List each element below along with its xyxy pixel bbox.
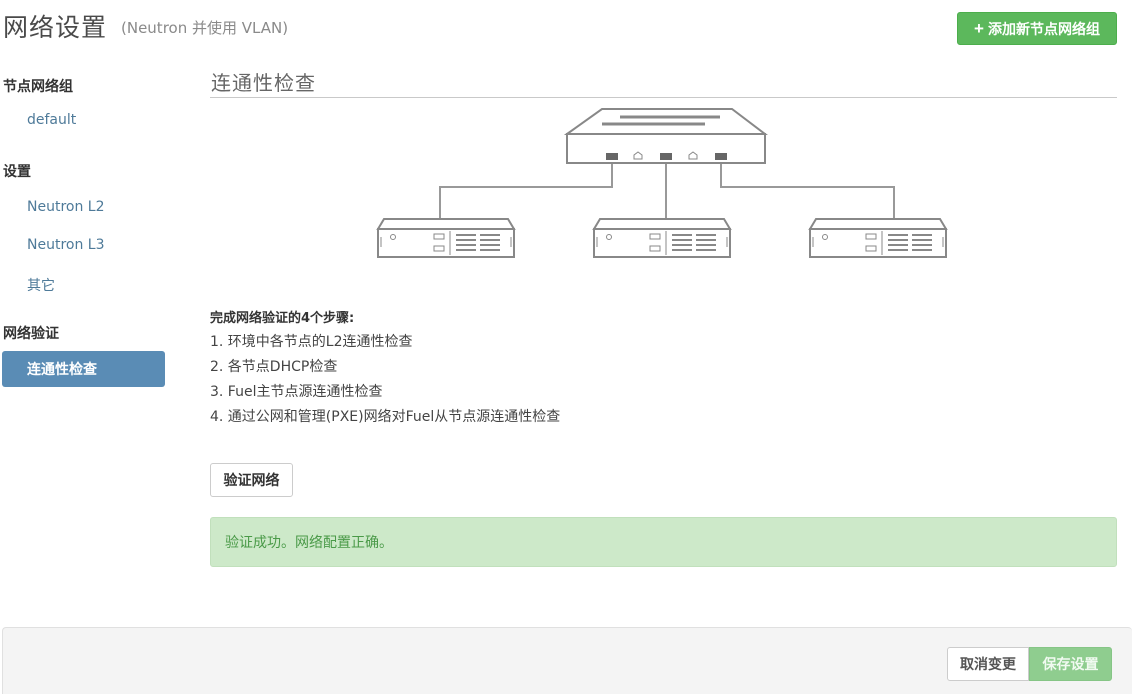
sidebar-item-connectivity-check[interactable]: 连通性检查 [2, 351, 165, 387]
section-divider [210, 97, 1117, 98]
sidebar-item-default[interactable]: default [27, 112, 76, 128]
sidebar-heading-network-verification: 网络验证 [3, 326, 59, 342]
step-item: 2. 各节点DHCP检查 [210, 359, 338, 375]
network-topology-diagram [376, 108, 948, 258]
sidebar-heading-node-groups: 节点网络组 [3, 79, 73, 95]
step-item: 1. 环境中各节点的L2连通性检查 [210, 334, 413, 350]
sidebar-heading-settings: 设置 [3, 164, 31, 180]
cable-right [720, 160, 895, 219]
page-subtitle: (Neutron 并使用 VLAN) [121, 19, 289, 37]
sidebar-item-other[interactable]: 其它 [27, 275, 55, 295]
success-message: 验证成功。网络配置正确。 [225, 535, 393, 551]
save-settings-button[interactable]: 保存设置 [1029, 647, 1112, 681]
step-item: 4. 通过公网和管理(PXE)网络对Fuel从节点源连通性检查 [210, 409, 561, 425]
cable-left [439, 160, 613, 219]
verify-network-button[interactable]: 验证网络 [210, 463, 293, 497]
verification-success-alert: 验证成功。网络配置正确。 [210, 517, 1117, 567]
sidebar-item-neutron-l3[interactable]: Neutron L3 [27, 237, 105, 253]
server-icon [592, 218, 732, 258]
page-title: 网络设置 [3, 13, 108, 42]
server-icon [808, 218, 948, 258]
sidebar-item-neutron-l2[interactable]: Neutron L2 [27, 199, 105, 215]
plus-icon: + [974, 19, 984, 38]
switch-icon [563, 108, 768, 164]
section-title: 连通性检查 [211, 71, 316, 95]
server-icon [376, 218, 516, 258]
cancel-changes-button[interactable]: 取消变更 [947, 647, 1029, 681]
add-node-network-group-label: 添加新节点网络组 [987, 20, 1100, 37]
add-node-network-group-button[interactable]: + 添加新节点网络组 [957, 12, 1117, 45]
steps-title: 完成网络验证的4个步骤: [210, 311, 355, 326]
step-item: 3. Fuel主节点源连通性检查 [210, 384, 383, 400]
